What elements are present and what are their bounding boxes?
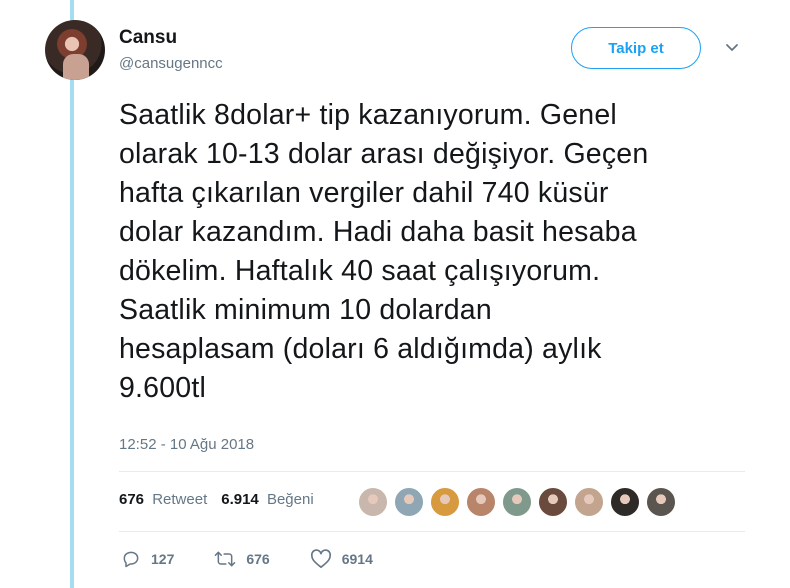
retweet-icon — [215, 551, 236, 567]
reply-icon — [123, 551, 139, 568]
like-action[interactable]: 6914 — [310, 549, 373, 569]
user-avatar[interactable] — [45, 20, 105, 80]
thread-line — [70, 0, 74, 588]
avatar-2[interactable] — [394, 487, 424, 517]
avatar-1[interactable] — [358, 487, 388, 517]
chevron-down-icon[interactable] — [724, 40, 740, 56]
divider-bottom — [119, 531, 745, 532]
retweet-count: 676 — [119, 491, 145, 508]
tweet-text: Saatlik 8dolar+ tip kazanıyorum. Genel o… — [119, 99, 649, 404]
action-bar: 127 676 6914 — [121, 549, 413, 569]
avatar-5[interactable] — [502, 487, 532, 517]
heart-icon — [310, 549, 331, 568]
tweet-timestamp[interactable]: 12:52 - 10 Ağu 2018 — [119, 436, 254, 453]
retweet-action-count: 676 — [246, 551, 270, 567]
avatar-8[interactable] — [610, 487, 640, 517]
like-label: Beğeni — [266, 491, 314, 508]
liker-avatars — [358, 487, 682, 517]
reply-action[interactable]: 127 — [121, 549, 174, 569]
avatar-7[interactable] — [574, 487, 604, 517]
engagement-stats: 676 Retweet 6.914 Beğeni — [119, 491, 314, 508]
avatar-3[interactable] — [430, 487, 460, 517]
reply-count: 127 — [151, 551, 175, 567]
avatar-9[interactable] — [646, 487, 676, 517]
like-stat[interactable]: 6.914 Beğeni — [221, 491, 313, 508]
follow-button[interactable]: Takip et — [571, 27, 701, 69]
avatar-4[interactable] — [466, 487, 496, 517]
like-count: 6.914 — [221, 491, 259, 508]
like-action-count: 6914 — [341, 551, 373, 567]
retweet-label: Retweet — [152, 491, 208, 508]
retweet-stat[interactable]: 676 Retweet — [119, 491, 207, 508]
retweet-action[interactable]: 676 — [214, 549, 270, 569]
avatar-6[interactable] — [538, 487, 568, 517]
user-name[interactable]: Cansu — [119, 27, 177, 49]
user-handle[interactable]: @cansugenncc — [119, 55, 223, 72]
divider-top — [119, 471, 745, 472]
